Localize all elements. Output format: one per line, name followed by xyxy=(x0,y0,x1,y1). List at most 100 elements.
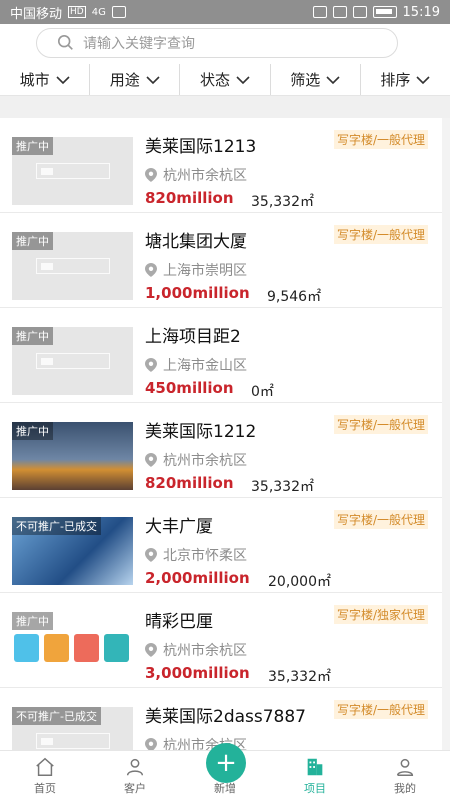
location-text: 杭州市余杭区 xyxy=(163,643,247,659)
nav-add[interactable]: + 新增 xyxy=(180,743,270,800)
project-thumbnail: 不可推广-已成交 xyxy=(12,707,133,750)
project-title: 晴彩巴厘 xyxy=(145,612,213,632)
location-pin-icon xyxy=(145,453,157,467)
battery-icon xyxy=(372,6,397,18)
chevron-down-icon xyxy=(416,75,430,84)
project-title: 美莱国际2dass7887 xyxy=(145,707,307,727)
signal-label: 4G xyxy=(91,6,106,18)
eye-icon xyxy=(312,6,327,18)
filter-label: 筛选 xyxy=(290,71,321,89)
filter-label: 城市 xyxy=(19,71,50,89)
project-thumbnail: 推广中 xyxy=(12,612,133,680)
company-logo-placeholder xyxy=(36,353,110,369)
project-thumbnail: 推广中 xyxy=(12,327,133,395)
customer-icon xyxy=(126,758,144,776)
project-location: 杭州市余杭区 xyxy=(145,640,247,660)
location-text: 杭州市余杭区 xyxy=(163,453,247,469)
status-bar: 中国移动 HD 4G 15:19 xyxy=(0,0,450,24)
status-badge: 推广中 xyxy=(12,612,53,630)
chevron-down-icon xyxy=(56,75,70,84)
category-tag: 写字楼/一般代理 xyxy=(333,510,428,529)
nav-me[interactable]: 我的 xyxy=(360,751,450,800)
filter-bar: 城市 用途 状态 筛选 排序 xyxy=(0,64,450,96)
price: 3,000million xyxy=(145,664,250,682)
area: 9,546㎡ xyxy=(267,289,322,305)
category-tag: 写字楼/一般代理 xyxy=(333,700,428,719)
project-title: 美莱国际1213 xyxy=(145,137,257,157)
project-location: 上海市金山区 xyxy=(145,355,247,375)
project-thumbnail: 不可推广-已成交 xyxy=(12,517,133,585)
home-icon xyxy=(36,757,54,776)
nav-projects[interactable]: 项目 xyxy=(270,751,360,800)
chevron-down-icon xyxy=(236,75,250,84)
project-location: 北京市怀柔区 xyxy=(145,545,247,565)
price: 1,000million xyxy=(145,284,250,302)
location-pin-icon xyxy=(145,358,157,372)
nav-label: 我的 xyxy=(394,782,416,795)
filter-screen[interactable]: 筛选 xyxy=(271,64,361,95)
list-item[interactable]: 推广中 美莱国际1213 写字楼/一般代理 杭州市余杭区 820million … xyxy=(0,118,442,213)
bottom-nav: 首页 客户 + 新增 项目 我的 xyxy=(0,743,450,800)
project-thumbnail: 推广中 xyxy=(12,422,133,490)
chevron-down-icon xyxy=(146,75,160,84)
area: 35,332㎡ xyxy=(251,479,314,495)
search-bar: 请输入关键字查询 xyxy=(0,24,450,64)
project-location: 杭州市余杭区 xyxy=(145,165,247,185)
location-text: 杭州市余杭区 xyxy=(163,168,247,184)
company-logo-placeholder xyxy=(36,163,110,179)
filter-status[interactable]: 状态 xyxy=(180,64,271,95)
location-pin-icon xyxy=(145,548,157,562)
hd-label: HD xyxy=(68,6,86,18)
search-input[interactable]: 请输入关键字查询 xyxy=(36,28,398,58)
status-badge: 推广中 xyxy=(12,232,53,250)
search-icon xyxy=(57,34,73,50)
filter-sort[interactable]: 排序 xyxy=(361,64,450,95)
user-icon xyxy=(396,758,414,776)
app-tiles-image xyxy=(12,634,133,662)
project-title: 大丰广厦 xyxy=(145,517,213,537)
status-badge: 推广中 xyxy=(12,137,53,155)
list-item[interactable]: 推广中 晴彩巴厘 写字楼/独家代理 杭州市余杭区 3,000million 35… xyxy=(0,593,442,688)
category-tag: 写字楼/一般代理 xyxy=(333,130,428,149)
wifi-icon xyxy=(111,6,126,18)
area: 20,000㎡ xyxy=(268,574,331,590)
building-icon xyxy=(307,758,323,776)
filter-city[interactable]: 城市 xyxy=(0,64,91,95)
list-item[interactable]: 推广中 上海项目距2 上海市金山区 450million 0㎡ xyxy=(0,308,442,403)
project-thumbnail: 推广中 xyxy=(12,232,133,300)
area: 35,332㎡ xyxy=(251,194,314,210)
project-list: 推广中 美莱国际1213 写字楼/一般代理 杭州市余杭区 820million … xyxy=(0,118,450,750)
project-title: 上海项目距2 xyxy=(145,327,241,347)
nav-customers[interactable]: 客户 xyxy=(90,751,180,800)
project-title: 塘北集团大厦 xyxy=(145,232,247,252)
nav-label: 首页 xyxy=(34,782,56,795)
price: 450million xyxy=(145,379,234,397)
project-thumbnail: 推广中 xyxy=(12,137,133,205)
category-tag: 写字楼/一般代理 xyxy=(333,225,428,244)
project-title: 美莱国际1212 xyxy=(145,422,257,442)
location-text: 上海市崇明区 xyxy=(163,263,247,279)
list-item[interactable]: 推广中 美莱国际1212 写字楼/一般代理 杭州市余杭区 820million … xyxy=(0,403,442,498)
nav-home[interactable]: 首页 xyxy=(0,751,90,800)
filter-label: 状态 xyxy=(200,71,231,89)
filter-usage[interactable]: 用途 xyxy=(90,64,181,95)
location-pin-icon xyxy=(145,643,157,657)
location-pin-icon xyxy=(145,168,157,182)
area: 35,332㎡ xyxy=(268,669,331,685)
status-badge: 不可推广-已成交 xyxy=(12,517,101,535)
search-placeholder: 请输入关键字查询 xyxy=(83,36,195,52)
status-badge: 推广中 xyxy=(12,327,53,345)
list-item[interactable]: 不可推广-已成交 美莱国际2dass7887 写字楼/一般代理 杭州市余杭区 xyxy=(0,688,442,750)
list-item[interactable]: 推广中 塘北集团大厦 写字楼/一般代理 上海市崇明区 1,000million … xyxy=(0,213,442,308)
category-tag: 写字楼/独家代理 xyxy=(333,605,428,624)
project-location: 上海市崇明区 xyxy=(145,260,247,280)
category-tag: 写字楼/一般代理 xyxy=(333,415,428,434)
time-label: 15:19 xyxy=(402,4,440,20)
location-pin-icon xyxy=(145,263,157,277)
list-item[interactable]: 不可推广-已成交 大丰广厦 写字楼/一般代理 北京市怀柔区 2,000milli… xyxy=(0,498,442,593)
filter-label: 用途 xyxy=(109,71,140,89)
alarm-icon xyxy=(352,6,367,18)
company-logo-placeholder xyxy=(36,733,110,749)
location-text: 北京市怀柔区 xyxy=(163,548,247,564)
add-button[interactable]: + xyxy=(206,743,246,783)
